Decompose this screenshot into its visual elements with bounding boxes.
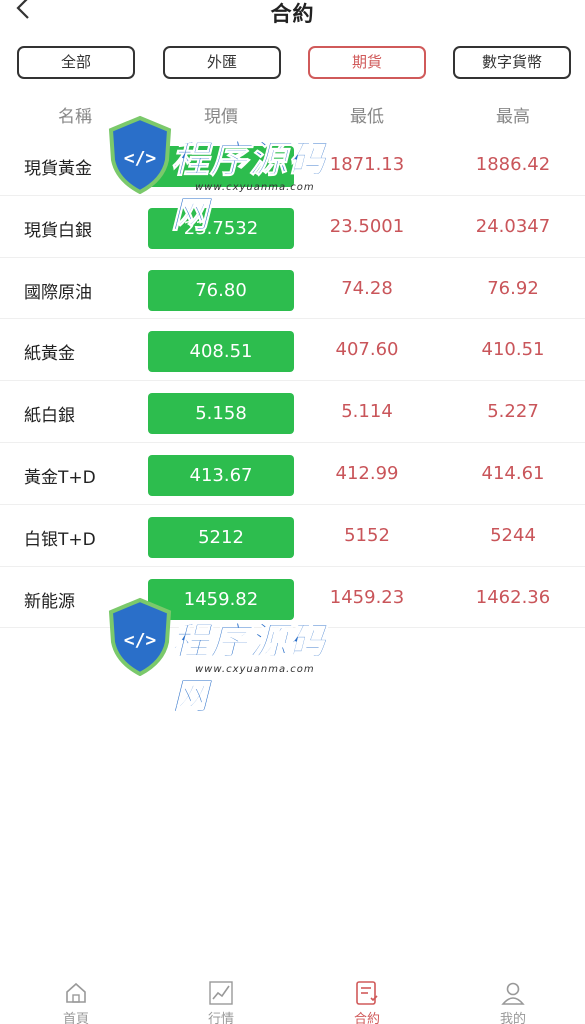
high-price: 76.92 [487,277,539,299]
contract-icon [356,981,378,1005]
column-high: 最高 [496,107,530,127]
chart-icon [209,981,233,1005]
low-price: 412.99 [335,462,399,484]
contract-row[interactable]: 黃金T+D 413.67 412.99 414.61 [0,443,585,505]
high-price: 5244 [490,524,536,546]
tab-contract[interactable]: 合約 [294,974,440,1024]
high-price: 24.0347 [475,215,551,237]
contract-row[interactable]: 白银T+D 5212 5152 5244 [0,505,585,567]
current-price: 1459.82 [148,578,294,620]
column-low: 最低 [350,107,384,127]
contract-name: 現貨黃金 [24,159,92,179]
filter-crypto[interactable]: 數字貨幣 [453,46,571,79]
current-price: 413.67 [148,454,294,496]
current-price: 408.51 [148,331,294,373]
watermark-url: www.cxyuanma.com [195,664,315,675]
column-name: 名稱 [58,107,92,127]
home-icon [66,982,86,1003]
contract-row[interactable]: 國際原油 76.80 74.28 76.92 [0,258,585,320]
low-price: 407.60 [335,339,399,361]
filter-futures[interactable]: 期貨 [308,46,426,79]
high-price: 1886.42 [475,154,551,175]
bottom-tab-bar: 首頁 行情 合約 我的 [0,974,585,1024]
contract-name: 黃金T+D [24,467,96,488]
filter-forex[interactable]: 外匯 [163,46,281,79]
tab-market-label: 行情 [207,1012,234,1024]
contract-name: 紙白銀 [24,406,75,427]
low-price: 5.114 [341,401,393,423]
contract-name: 現貨白銀 [24,220,92,241]
contract-row[interactable]: 紙黃金 408.51 407.60 410.51 [0,319,585,382]
contract-row[interactable]: 紙白銀 5.158 5.114 5.227 [0,381,585,443]
contract-name: 國際原油 [24,282,92,303]
current-price: 76.80 [148,269,294,311]
contract-list: 現貨黃金 1871.13 1886.42 現貨白銀 23.7532 23.500… [0,134,585,629]
high-price: 410.51 [481,339,545,361]
current-price: 5212 [148,516,294,558]
contract-name: 新能源 [24,591,75,612]
contract-row[interactable]: 現貨黃金 1871.13 1886.42 [0,134,585,196]
header: 合約 [0,0,585,34]
filter-all[interactable]: 全部 [17,46,135,79]
tab-market[interactable]: 行情 [148,974,294,1024]
column-price: 現價 [204,107,238,127]
tab-mine-label: 我的 [499,1012,526,1024]
current-price: 5.158 [148,393,294,435]
current-price [148,146,294,187]
low-price: 1459.23 [329,586,405,608]
tab-contract-label: 合約 [353,1012,380,1024]
current-price: 23.7532 [148,207,294,249]
low-price: 23.5001 [329,215,405,237]
tab-home-label: 首頁 [62,1012,89,1024]
high-price: 1462.36 [475,586,551,608]
svg-text:</>: </> [124,630,157,651]
tab-home[interactable]: 首頁 [3,974,149,1024]
user-icon [501,982,525,1005]
tab-mine[interactable]: 我的 [440,974,585,1024]
low-price: 74.28 [341,277,393,299]
contract-row[interactable]: 新能源 1459.82 1459.23 1462.36 [0,567,585,629]
high-price: 5.227 [487,401,539,423]
contract-name: 白银T+D [24,529,96,550]
filter-tabs: 全部 外匯 期貨 數字貨幣 [0,46,585,80]
low-price: 5152 [344,524,390,546]
page-title: 合約 [270,2,315,26]
high-price: 414.61 [481,462,545,484]
low-price: 1871.13 [329,154,405,175]
contract-row[interactable]: 現貨白銀 23.7532 23.5001 24.0347 [0,196,585,258]
column-headers: 名稱 現價 最低 最高 [0,100,585,130]
contract-name: 紙黃金 [24,344,75,365]
